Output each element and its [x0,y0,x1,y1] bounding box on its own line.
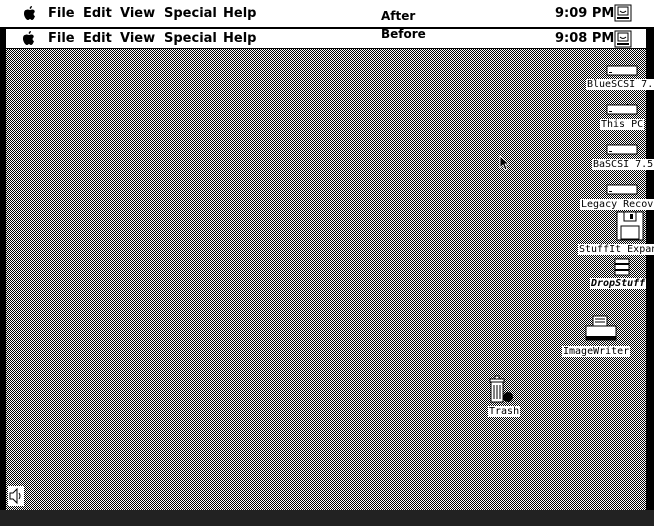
after-banner: After [381,9,416,23]
icon-label: StuffIt Expan [578,244,654,255]
printer-icon [585,315,617,341]
menubar-clock[interactable]: 9:08 PM [555,31,614,46]
menu-view[interactable]: View [120,6,155,22]
menu-special[interactable]: Special [164,6,217,22]
icon-label: Trash [488,406,521,417]
menubar-after: File Edit View Special Help After 9:09 P… [0,0,654,27]
hard-disk-icon [606,104,638,115]
menu-file[interactable]: File [48,31,75,47]
menubar-clock[interactable]: 9:09 PM [555,6,614,21]
menu-edit[interactable]: Edit [83,6,112,22]
icon-label: Legacy Recov [580,199,654,210]
speaker-icon[interactable] [8,486,24,506]
menu-edit[interactable]: Edit [83,31,112,47]
floppy-icon [616,211,644,241]
icon-label: This PC [600,119,645,130]
hard-disk-icon [606,144,638,155]
hard-disk-icon [606,65,638,76]
desktop[interactable]: BlueSCSI 7. This PC BaSCSI 7.5 Legacy Re… [6,49,654,510]
mouse-cursor-icon [499,155,509,171]
icon-label: BaSCSI 7.5 [592,159,654,170]
icon-label: BlueSCSI 7. [586,79,654,90]
icon-label: ImageWriter [562,346,631,357]
dropstuff-icon [614,258,630,276]
menu-view[interactable]: View [120,31,155,47]
apple-icon[interactable] [23,6,37,20]
icon-label: DropStuff [590,278,647,289]
menu-file[interactable]: File [48,6,75,22]
hard-disk-icon [606,184,638,195]
menu-help[interactable]: Help [223,6,256,22]
menu-special[interactable]: Special [164,31,217,47]
trash-icon [489,375,513,403]
finder-icon[interactable] [614,30,632,48]
screen-bottom-edge [0,510,654,526]
menubar-before: File Edit View Special Help Before 9:08 … [6,27,646,49]
finder-icon[interactable] [614,4,632,22]
apple-icon[interactable] [22,31,36,45]
before-banner: Before [381,27,426,41]
menu-help[interactable]: Help [223,31,256,47]
